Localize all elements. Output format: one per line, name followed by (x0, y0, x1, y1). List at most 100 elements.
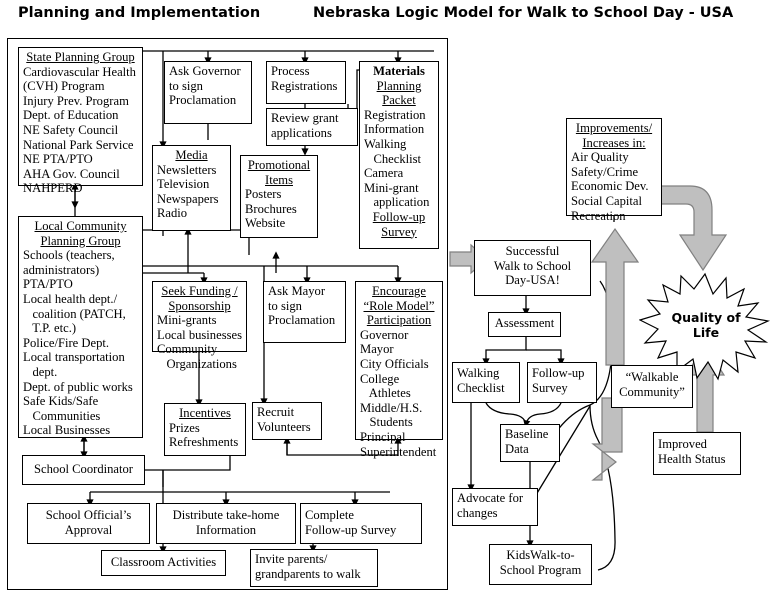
promotional-heading-2: Items (265, 172, 293, 187)
box-successful-walk[interactable]: Successful Walk to School Day-USA! (474, 240, 591, 296)
materials-line-5: Mini-grant (364, 180, 419, 195)
local-community-line-11: Communities (23, 408, 101, 423)
arrow-walkable-to-improvements (590, 227, 640, 366)
promotional-heading-1: Promotional (247, 158, 311, 172)
state-planning-line-7: AHA Gov. Council (23, 166, 120, 181)
classroom-activities-label: Classroom Activities (110, 555, 217, 569)
materials-line-2: Walking (364, 136, 407, 151)
media-line-3: Radio (157, 206, 188, 221)
box-advocate-for-changes[interactable]: Advocate for changes (452, 488, 538, 526)
local-community-heading-2: Planning Group (40, 233, 121, 248)
box-materials[interactable]: Materials Planning Packet Registration I… (359, 61, 439, 249)
box-complete-followup-survey[interactable]: Complete Follow-up Survey (300, 503, 422, 544)
box-ask-governor[interactable]: Ask Governor to sign Proclamation (164, 61, 252, 124)
improvements-line-0: Air Quality (571, 150, 629, 165)
successful-walk-line-1: Successful (505, 244, 560, 258)
box-school-officials-approval[interactable]: School Official’s Approval (27, 503, 150, 544)
local-community-line-9: Dept. of public works (23, 379, 133, 394)
improvements-heading-1: Improvements/ (575, 121, 653, 135)
encourage-line-8: Superintendent (360, 444, 437, 459)
box-media[interactable]: Media Newsletters Television Newspapers … (152, 145, 231, 231)
box-improved-health-status[interactable]: Improved Health Status (653, 432, 741, 475)
encourage-line-2: City Officials (360, 356, 429, 371)
improvements-line-3: Social Capital (571, 193, 642, 208)
ask-governor-line-1: Ask Governor (169, 64, 241, 78)
invite-parents-line-2: grandparents to walk (255, 566, 361, 581)
local-community-line-12: Local Businesses (23, 423, 111, 438)
materials-heading-1: Planning (376, 78, 422, 93)
state-planning-line-0: Cardiovascular Health (23, 64, 136, 79)
box-baseline-data[interactable]: Baseline Data (500, 424, 560, 462)
local-community-line-1: administrators) (23, 262, 100, 277)
local-community-line-0: Schools (teachers, (23, 248, 115, 263)
followup-survey-line-1: Follow-up (532, 366, 585, 380)
box-encourage-role-model[interactable]: Encourage “Role Model” Participation Gov… (355, 281, 443, 459)
incentives-line-1: Refreshments (169, 435, 239, 450)
box-promotional-items[interactable]: Promotional Items Posters Brochures Webs… (240, 155, 318, 238)
encourage-line-6: Students (360, 415, 413, 430)
kidswalk-line-1: KidsWalk-to- (506, 548, 575, 562)
state-planning-line-4: NE Safety Council (23, 122, 119, 137)
improved-health-line-2: Health Status (658, 451, 726, 466)
encourage-line-7: Principal (360, 429, 406, 444)
materials-title: Materials (373, 64, 425, 78)
incentives-heading: Incentives (179, 406, 231, 420)
qol-line1: Quality of (671, 310, 741, 325)
media-line-1: Television (157, 177, 210, 192)
ask-governor-line-3: Proclamation (169, 93, 237, 108)
box-walking-checklist[interactable]: Walking Checklist (452, 362, 520, 403)
box-recruit-volunteers[interactable]: Recruit Volunteers (252, 402, 322, 440)
box-local-community-planning-group[interactable]: Local Community Planning Group Schools (… (18, 216, 143, 438)
box-improvements[interactable]: Improvements/ Increases in: Air Quality … (566, 118, 662, 223)
seek-funding-heading-1: Seek Funding / (161, 284, 238, 298)
qol-line2: Life (692, 325, 720, 340)
box-assessment[interactable]: Assessment (488, 312, 561, 337)
state-planning-heading: State Planning Group (26, 50, 135, 64)
local-community-line-2: PTA/PTO (23, 277, 73, 292)
box-distribute-takehome[interactable]: Distribute take-home Information (156, 503, 296, 544)
local-community-line-5: T.P. etc.) (23, 321, 77, 336)
box-process-registrations[interactable]: Process Registrations (266, 61, 346, 104)
state-planning-line-5: National Park Service (23, 137, 134, 152)
encourage-line-5: Middle/H.S. (360, 400, 423, 415)
box-incentives[interactable]: Incentives Prizes Refreshments (164, 403, 246, 456)
encourage-heading-1: Encourage (372, 284, 426, 298)
seek-funding-line-3: Organizations (157, 356, 237, 371)
materials-line-0: Registration (364, 107, 426, 122)
box-seek-funding[interactable]: Seek Funding / Sponsorship Mini-grants L… (152, 281, 247, 371)
advocate-line-2: changes (457, 505, 498, 520)
box-school-coordinator[interactable]: School Coordinator (22, 455, 145, 485)
local-community-line-3: Local health dept./ (23, 291, 118, 306)
box-kidswalk-program[interactable]: KidsWalk-to- School Program (489, 544, 592, 585)
materials-line-4: Camera (364, 166, 404, 181)
complete-followup-line-2: Follow-up Survey (305, 522, 397, 537)
page-title-left: Planning and Implementation (18, 5, 261, 21)
box-classroom-activities[interactable]: Classroom Activities (101, 550, 226, 576)
materials-foot-1: Follow-up (372, 209, 426, 224)
encourage-heading-2: “Role Model” (363, 298, 435, 313)
recruit-volunteers-line-2: Volunteers (257, 419, 311, 434)
distribute-line-1: Distribute take-home (172, 508, 280, 522)
advocate-line-1: Advocate for (457, 491, 524, 505)
baseline-data-line-2: Data (505, 441, 529, 456)
state-planning-line-3: Dept. of Education (23, 108, 119, 123)
quality-of-life-label: Quality of Life (661, 310, 751, 340)
box-review-grant-applications[interactable]: Review grant applications (266, 108, 358, 146)
materials-line-1: Information (364, 122, 425, 137)
box-followup-survey[interactable]: Follow-up Survey (527, 362, 597, 403)
school-approval-line-1: School Official’s (45, 508, 132, 522)
box-invite-parents[interactable]: Invite parents/ grandparents to walk (250, 549, 378, 587)
process-registrations-line-2: Registrations (271, 78, 338, 93)
process-registrations-line-1: Process (271, 64, 310, 78)
local-community-heading-1: Local Community (34, 219, 127, 233)
complete-followup-line-1: Complete (305, 508, 354, 522)
seek-funding-heading-2: Sponsorship (168, 298, 231, 313)
box-ask-mayor[interactable]: Ask Mayor to sign Proclamation (263, 281, 346, 343)
successful-walk-line-2: Walk to School (493, 258, 572, 273)
walking-checklist-line-1: Walking (457, 366, 500, 380)
improvements-line-2: Economic Dev. (571, 179, 649, 194)
review-grant-line-1: Review grant (271, 111, 339, 125)
box-walkable-community[interactable]: “Walkable Community” (611, 365, 693, 408)
box-state-planning-group[interactable]: State Planning Group Cardiovascular Heal… (18, 47, 143, 195)
ask-mayor-line-3: Proclamation (268, 313, 336, 328)
